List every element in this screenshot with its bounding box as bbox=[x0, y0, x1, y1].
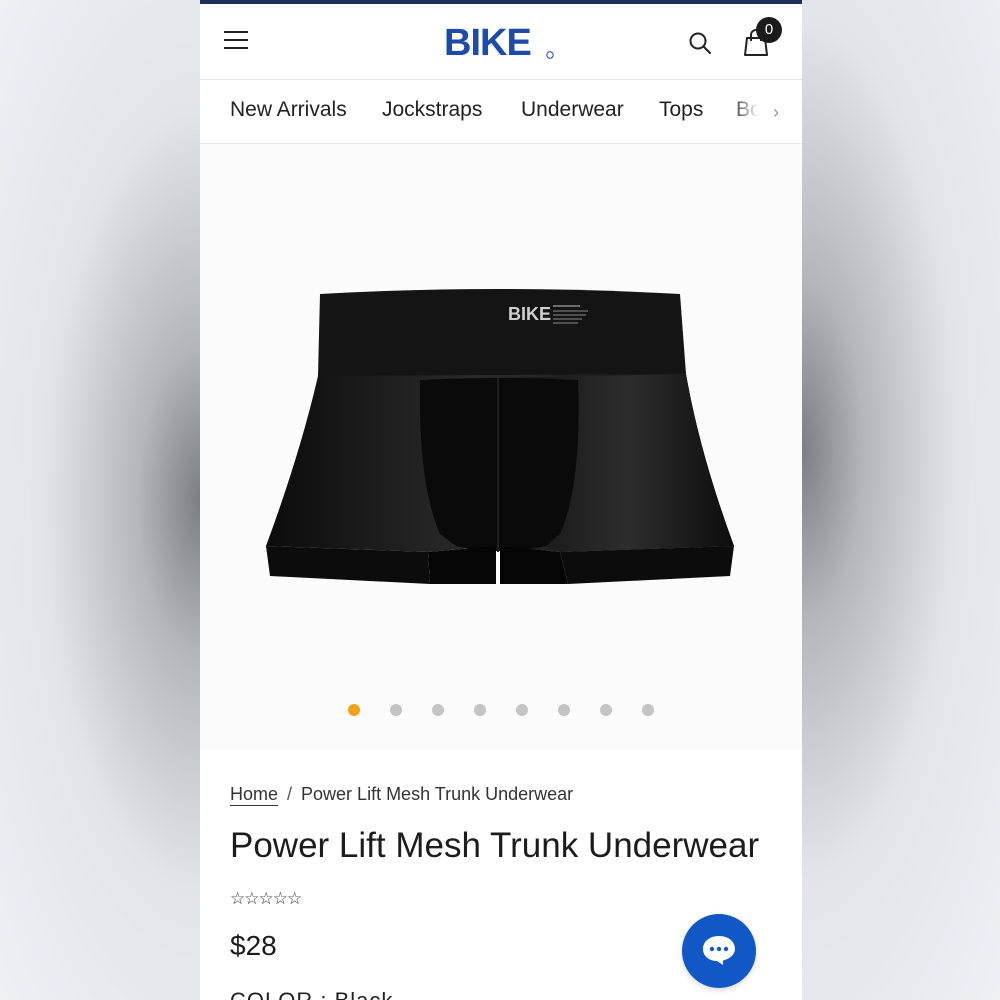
rating-stars[interactable]: ☆☆☆☆☆ bbox=[230, 889, 302, 909]
mobile-page: BIKE 0 New Arrivals Jockstraps Underwear… bbox=[200, 0, 802, 1000]
gallery-dot[interactable] bbox=[390, 704, 402, 716]
category-nav: New Arrivals Jockstraps Underwear Tops B… bbox=[200, 80, 802, 144]
gallery-dots bbox=[200, 704, 802, 718]
nav-fade bbox=[730, 80, 802, 143]
background-blur-left bbox=[0, 0, 200, 1000]
chat-bubble-icon bbox=[703, 936, 735, 965]
product-image[interactable]: BIKE bbox=[260, 284, 740, 594]
gallery-dot[interactable] bbox=[516, 704, 528, 716]
breadcrumb-current: Power Lift Mesh Trunk Underwear bbox=[301, 784, 574, 804]
breadcrumb-separator: / bbox=[287, 784, 293, 804]
brand-logo-text: BIKE bbox=[444, 22, 531, 62]
chevron-right-icon[interactable]: › bbox=[773, 102, 779, 123]
gallery-dot[interactable] bbox=[348, 704, 360, 716]
nav-item-tops[interactable]: Tops bbox=[659, 98, 703, 122]
gallery-dot[interactable] bbox=[600, 704, 612, 716]
gallery-dot[interactable] bbox=[432, 704, 444, 716]
gallery-dot[interactable] bbox=[558, 704, 570, 716]
nav-item-jockstraps[interactable]: Jockstraps bbox=[382, 98, 482, 122]
gallery-dot[interactable] bbox=[474, 704, 486, 716]
nav-item-underwear[interactable]: Underwear bbox=[521, 98, 624, 122]
search-icon[interactable] bbox=[688, 31, 712, 55]
cart-count-badge: 0 bbox=[756, 17, 782, 43]
brand-logo[interactable]: BIKE bbox=[444, 22, 556, 62]
nav-item-new-arrivals[interactable]: New Arrivals bbox=[230, 98, 347, 122]
chat-button[interactable] bbox=[682, 914, 756, 988]
color-label: COLOR : Black bbox=[230, 988, 393, 1000]
site-header: BIKE 0 bbox=[200, 4, 802, 80]
gallery-dot[interactable] bbox=[642, 704, 654, 716]
background-blur-right bbox=[802, 0, 1000, 1000]
product-gallery[interactable]: BIKE bbox=[200, 144, 802, 750]
product-title: Power Lift Mesh Trunk Underwear bbox=[230, 826, 760, 865]
menu-icon[interactable] bbox=[224, 30, 250, 50]
breadcrumb: Home / Power Lift Mesh Trunk Underwear bbox=[230, 784, 573, 805]
product-price: $28 bbox=[230, 930, 277, 961]
waistband-logo: BIKE bbox=[508, 304, 551, 324]
breadcrumb-home-link[interactable]: Home bbox=[230, 784, 278, 804]
